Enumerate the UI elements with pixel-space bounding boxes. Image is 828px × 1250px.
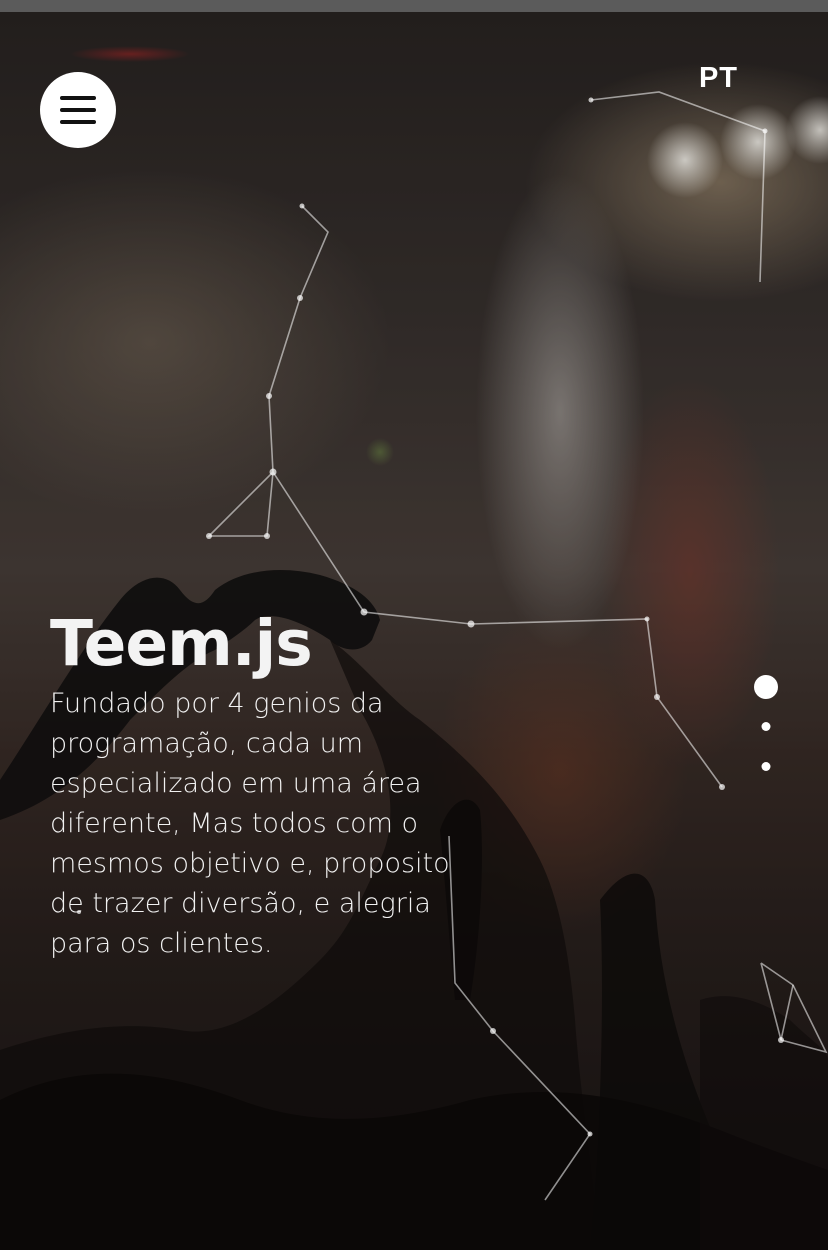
status-bar (0, 0, 828, 12)
hamburger-menu-icon (60, 96, 96, 124)
language-toggle[interactable]: PT (699, 62, 738, 95)
menu-icon-line (60, 96, 96, 100)
hero-content: Teem.js Fundado por 4 genios da programa… (50, 608, 450, 964)
hero-description: Fundado por 4 genios da programação, cad… (50, 688, 450, 959)
slide-dot-1-active[interactable] (754, 675, 778, 699)
hero-title: Teem.js (50, 607, 313, 680)
menu-icon-line (60, 120, 96, 124)
slide-dot-2[interactable] (761, 722, 771, 731)
menu-button[interactable] (40, 72, 116, 148)
landing-page: PT Teem.js Fundado por 4 genios da progr… (0, 0, 828, 1250)
menu-icon-line (60, 108, 96, 112)
slide-dot-3[interactable] (761, 762, 771, 771)
